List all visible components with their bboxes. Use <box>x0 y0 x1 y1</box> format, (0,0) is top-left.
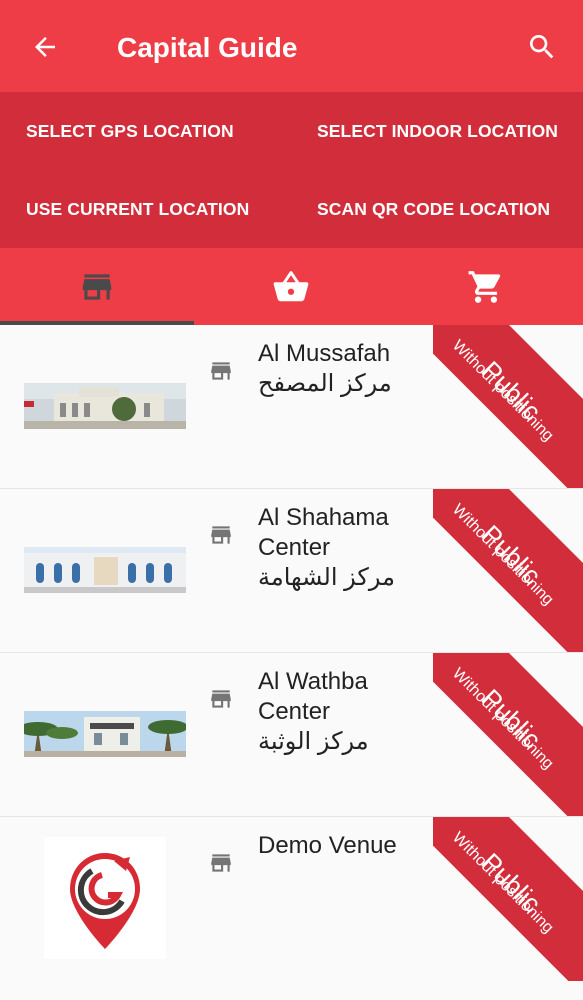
use-current-location-button[interactable]: USE CURRENT LOCATION <box>26 189 249 229</box>
venue-name: Al Shahama Center مركز الشهامة <box>258 503 428 593</box>
store-icon <box>211 526 231 544</box>
scan-qr-code-location-button[interactable]: SCAN QR CODE LOCATION <box>317 189 550 229</box>
venue-list: Al Mussafah مركز المصفح Public Without p… <box>0 325 583 1000</box>
store-icon <box>82 273 112 300</box>
cart-icon <box>468 270 501 303</box>
badge-without-positioning: Without positioning <box>448 501 557 609</box>
search-icon <box>530 35 554 59</box>
basket-icon <box>273 270 309 301</box>
venue-thumbnail <box>24 383 186 429</box>
app-bar: Capital Guide <box>0 0 583 92</box>
venue-thumbnail <box>24 547 186 593</box>
select-gps-location-button[interactable]: SELECT GPS LOCATION <box>26 111 234 151</box>
status-badge: Public Without positioning <box>433 653 583 816</box>
tab-cart[interactable] <box>389 248 583 325</box>
venue-name-en: Al Shahama Center <box>258 504 389 561</box>
location-actions: SELECT GPS LOCATION SELECT INDOOR LOCATI… <box>0 92 583 248</box>
venue-name-ar: مركز المصفح <box>258 370 392 397</box>
arrow-left-icon <box>35 37 55 57</box>
capital-guide-logo-icon <box>70 853 140 949</box>
venue-name: Al Wathba Center مركز الوثبة <box>258 667 428 757</box>
search-button[interactable] <box>525 30 559 64</box>
venue-name-en: Demo Venue <box>258 832 397 859</box>
badge-without-positioning: Without positioning <box>448 829 557 937</box>
venue-name: Al Mussafah مركز المصفح <box>258 339 428 399</box>
tab-bar <box>0 248 583 325</box>
badge-without-positioning: Without positioning <box>448 665 557 773</box>
tab-stores[interactable] <box>0 248 194 325</box>
venue-name-en: Al Wathba Center <box>258 668 368 725</box>
venue-name-ar: مركز الشهامة <box>258 564 395 591</box>
venue-item-al-shahama[interactable]: Al Shahama Center مركز الشهامة Public Wi… <box>0 489 583 653</box>
status-badge: Public Without positioning <box>433 325 583 488</box>
store-icon <box>211 362 231 380</box>
page-title: Capital Guide <box>117 32 298 63</box>
select-indoor-location-button[interactable]: SELECT INDOOR LOCATION <box>317 111 558 151</box>
tab-basket[interactable] <box>194 248 388 325</box>
venue-item-al-wathba[interactable]: Al Wathba Center مركز الوثبة Public With… <box>0 653 583 817</box>
venue-name-ar: مركز الوثبة <box>258 728 369 755</box>
back-button[interactable] <box>28 30 62 64</box>
status-badge: Public Without positioning <box>433 817 583 981</box>
store-icon <box>211 690 231 708</box>
venue-thumbnail <box>24 711 186 757</box>
venue-logo <box>44 837 166 959</box>
badge-without-positioning: Without positioning <box>448 337 557 445</box>
status-badge: Public Without positioning <box>433 489 583 652</box>
venue-item-demo-venue[interactable]: Demo Venue Public Without positioning <box>0 817 583 1000</box>
venue-item-al-mussafah[interactable]: Al Mussafah مركز المصفح Public Without p… <box>0 325 583 489</box>
store-icon <box>211 854 231 872</box>
venue-name-en: Al Mussafah <box>258 340 391 367</box>
venue-name: Demo Venue <box>258 831 458 861</box>
